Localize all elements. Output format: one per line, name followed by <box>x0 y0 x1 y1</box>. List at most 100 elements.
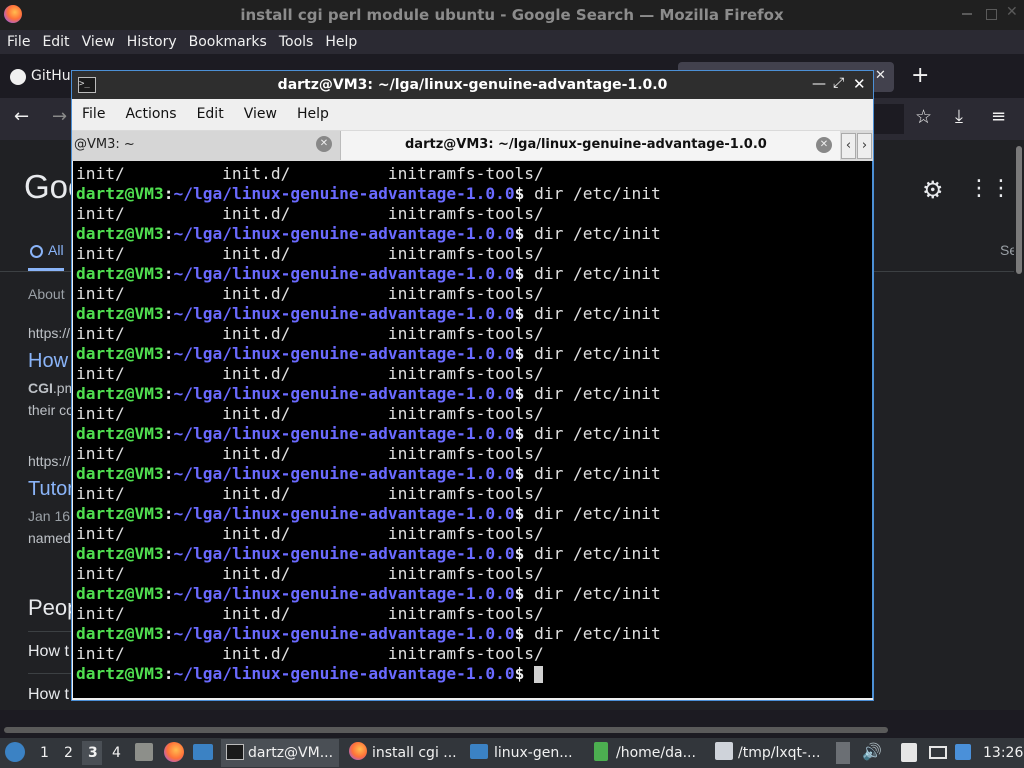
show-desktop-icon[interactable] <box>193 744 213 760</box>
minimize-button[interactable] <box>962 13 972 15</box>
terminal-prompt-line: dartz@VM3:~/lga/linux-genuine-advantage-… <box>76 384 661 404</box>
prompt-user: dartz@VM3 <box>76 264 164 283</box>
result2-title[interactable]: Tutor <box>28 478 74 501</box>
result1-snippet: CGI.pm <box>28 380 76 396</box>
updates-icon[interactable] <box>955 744 971 760</box>
prompt-command: dir /etc/init <box>534 584 661 603</box>
terminal-menu-actions[interactable]: Actions <box>115 99 186 130</box>
clock[interactable]: 13:26 <box>983 738 1023 768</box>
prompt-separator: : <box>163 424 174 443</box>
page-scrollbar-thumb[interactable] <box>1016 146 1022 274</box>
url-bar[interactable] <box>874 104 904 134</box>
terminal-prompt-line: dartz@VM3:~/lga/linux-genuine-advantage-… <box>76 464 661 484</box>
prompt-user: dartz@VM3 <box>76 184 164 203</box>
terminal-output-line: init/ init.d/ initramfs-tools/ <box>76 164 544 183</box>
taskbar-item-home-label[interactable]: /home/da... <box>616 738 696 768</box>
prompt-user: dartz@VM3 <box>76 344 164 363</box>
hamburger-menu-icon[interactable]: ≡ <box>991 106 1006 127</box>
bookmark-star-icon[interactable]: ☆ <box>915 106 932 128</box>
prompt-path: ~/lga/linux-genuine-advantage-1.0.0 <box>173 264 515 283</box>
new-tab-button[interactable]: + <box>911 64 929 88</box>
search-icon <box>30 245 43 258</box>
github-tab[interactable]: GitHu <box>4 62 74 92</box>
horizontal-scrollbar[interactable] <box>4 727 888 733</box>
result2-url[interactable]: https:// <box>28 453 70 469</box>
menu-history[interactable]: History <box>121 30 183 54</box>
firefox-launcher-icon[interactable] <box>164 742 184 762</box>
terminal-output-line: init/ init.d/ initramfs-tools/ <box>76 644 544 663</box>
start-menu-icon[interactable] <box>5 742 25 762</box>
desktop-3[interactable]: 3 <box>88 738 98 768</box>
terminal-menu-help[interactable]: Help <box>287 99 339 130</box>
paa-question-2[interactable]: How t <box>28 686 69 704</box>
back-icon[interactable]: ← <box>14 106 29 127</box>
terminal-task-icon <box>226 744 244 760</box>
terminal-output[interactable]: init/ init.d/ initramfs-tools/dartz@VM3:… <box>73 161 872 698</box>
prompt-separator: : <box>163 304 174 323</box>
tab-close-icon[interactable]: ✕ <box>875 68 886 83</box>
downloads-icon[interactable]: ⤓ <box>955 106 963 127</box>
archive-task-icon <box>594 742 608 761</box>
menu-file[interactable]: File <box>0 30 36 54</box>
taskbar-item-firefox-label[interactable]: install cgi ... <box>372 738 457 768</box>
terminal-menu-edit[interactable]: Edit <box>187 99 234 130</box>
prompt-suffix: $ <box>514 624 535 643</box>
prompt-user: dartz@VM3 <box>76 544 164 563</box>
menu-view[interactable]: View <box>76 30 121 54</box>
terminal-close-button[interactable]: ✕ <box>853 75 866 93</box>
prompt-suffix: $ <box>514 384 535 403</box>
terminal-prompt-line: dartz@VM3:~/lga/linux-genuine-advantage-… <box>76 304 661 324</box>
maximize-button[interactable] <box>986 9 997 20</box>
terminal-scrollbar[interactable] <box>872 161 873 698</box>
forward-icon[interactable]: → <box>52 106 67 127</box>
terminal-output-line: init/ init.d/ initramfs-tools/ <box>76 244 544 263</box>
terminal-output-line: init/ init.d/ initramfs-tools/ <box>76 364 544 383</box>
clipboard-icon[interactable] <box>901 743 917 762</box>
prompt-separator: : <box>163 544 174 563</box>
settings-gear-icon[interactable]: ⚙ <box>922 176 944 204</box>
tab-scroll-right-icon[interactable]: › <box>857 133 872 159</box>
prompt-command: dir /etc/init <box>534 304 661 323</box>
menu-bookmarks[interactable]: Bookmarks <box>183 30 273 54</box>
taskbar-item-folder-label[interactable]: linux-gen... <box>494 738 573 768</box>
terminal-menu-file[interactable]: File <box>72 99 115 130</box>
desktop-2[interactable]: 2 <box>64 738 73 768</box>
file-manager-launcher-icon[interactable] <box>135 743 153 761</box>
prompt-user: dartz@VM3 <box>76 664 164 683</box>
prompt-path: ~/lga/linux-genuine-advantage-1.0.0 <box>173 624 515 643</box>
tab-all[interactable]: All <box>48 242 64 258</box>
terminal-tab-1[interactable]: @VM3: ~ ✕ <box>72 131 341 160</box>
result1-title[interactable]: How <box>28 350 68 373</box>
terminal-minimize-button[interactable]: — <box>812 76 826 92</box>
network-icon[interactable] <box>929 746 947 759</box>
terminal-menu-view[interactable]: View <box>234 99 287 130</box>
close-window-button[interactable]: ✕ <box>1006 4 1018 20</box>
tab-2-close-icon[interactable]: ✕ <box>816 137 832 153</box>
prompt-separator: : <box>163 664 174 683</box>
terminal-maximize-button[interactable]: ⤢ <box>833 75 844 91</box>
prompt-command: dir /etc/init <box>534 504 661 523</box>
terminal-output-line: init/ init.d/ initramfs-tools/ <box>76 404 544 423</box>
window-title: install cgi perl module ubuntu - Google … <box>240 6 784 24</box>
menu-edit[interactable]: Edit <box>36 30 75 54</box>
prompt-user: dartz@VM3 <box>76 304 164 323</box>
prompt-suffix: $ <box>514 264 535 283</box>
tray-scroll-icon[interactable] <box>836 742 850 764</box>
tab-1-close-icon[interactable]: ✕ <box>316 136 332 152</box>
tab-scroll-left-icon[interactable]: ‹ <box>841 133 856 159</box>
paa-question-1[interactable]: How t <box>28 643 69 661</box>
desktop-4[interactable]: 4 <box>112 738 121 768</box>
prompt-separator: : <box>163 224 174 243</box>
volume-icon[interactable]: 🔊 <box>862 742 882 761</box>
menu-help[interactable]: Help <box>319 30 363 54</box>
prompt-command: dir /etc/init <box>534 544 661 563</box>
prompt-path: ~/lga/linux-genuine-advantage-1.0.0 <box>173 344 515 363</box>
prompt-command: dir /etc/init <box>534 384 661 403</box>
taskbar-item-tmp-label[interactable]: /tmp/lxqt-... <box>738 738 820 768</box>
prompt-suffix: $ <box>514 224 535 243</box>
terminal-tab-2[interactable]: dartz@VM3: ~/lga/linux-genuine-advantage… <box>341 131 840 160</box>
result1-url[interactable]: https:// <box>28 325 70 341</box>
desktop-1[interactable]: 1 <box>40 738 49 768</box>
menu-tools[interactable]: Tools <box>273 30 320 54</box>
terminal-title: dartz@VM3: ~/lga/linux-genuine-advantage… <box>277 77 668 93</box>
